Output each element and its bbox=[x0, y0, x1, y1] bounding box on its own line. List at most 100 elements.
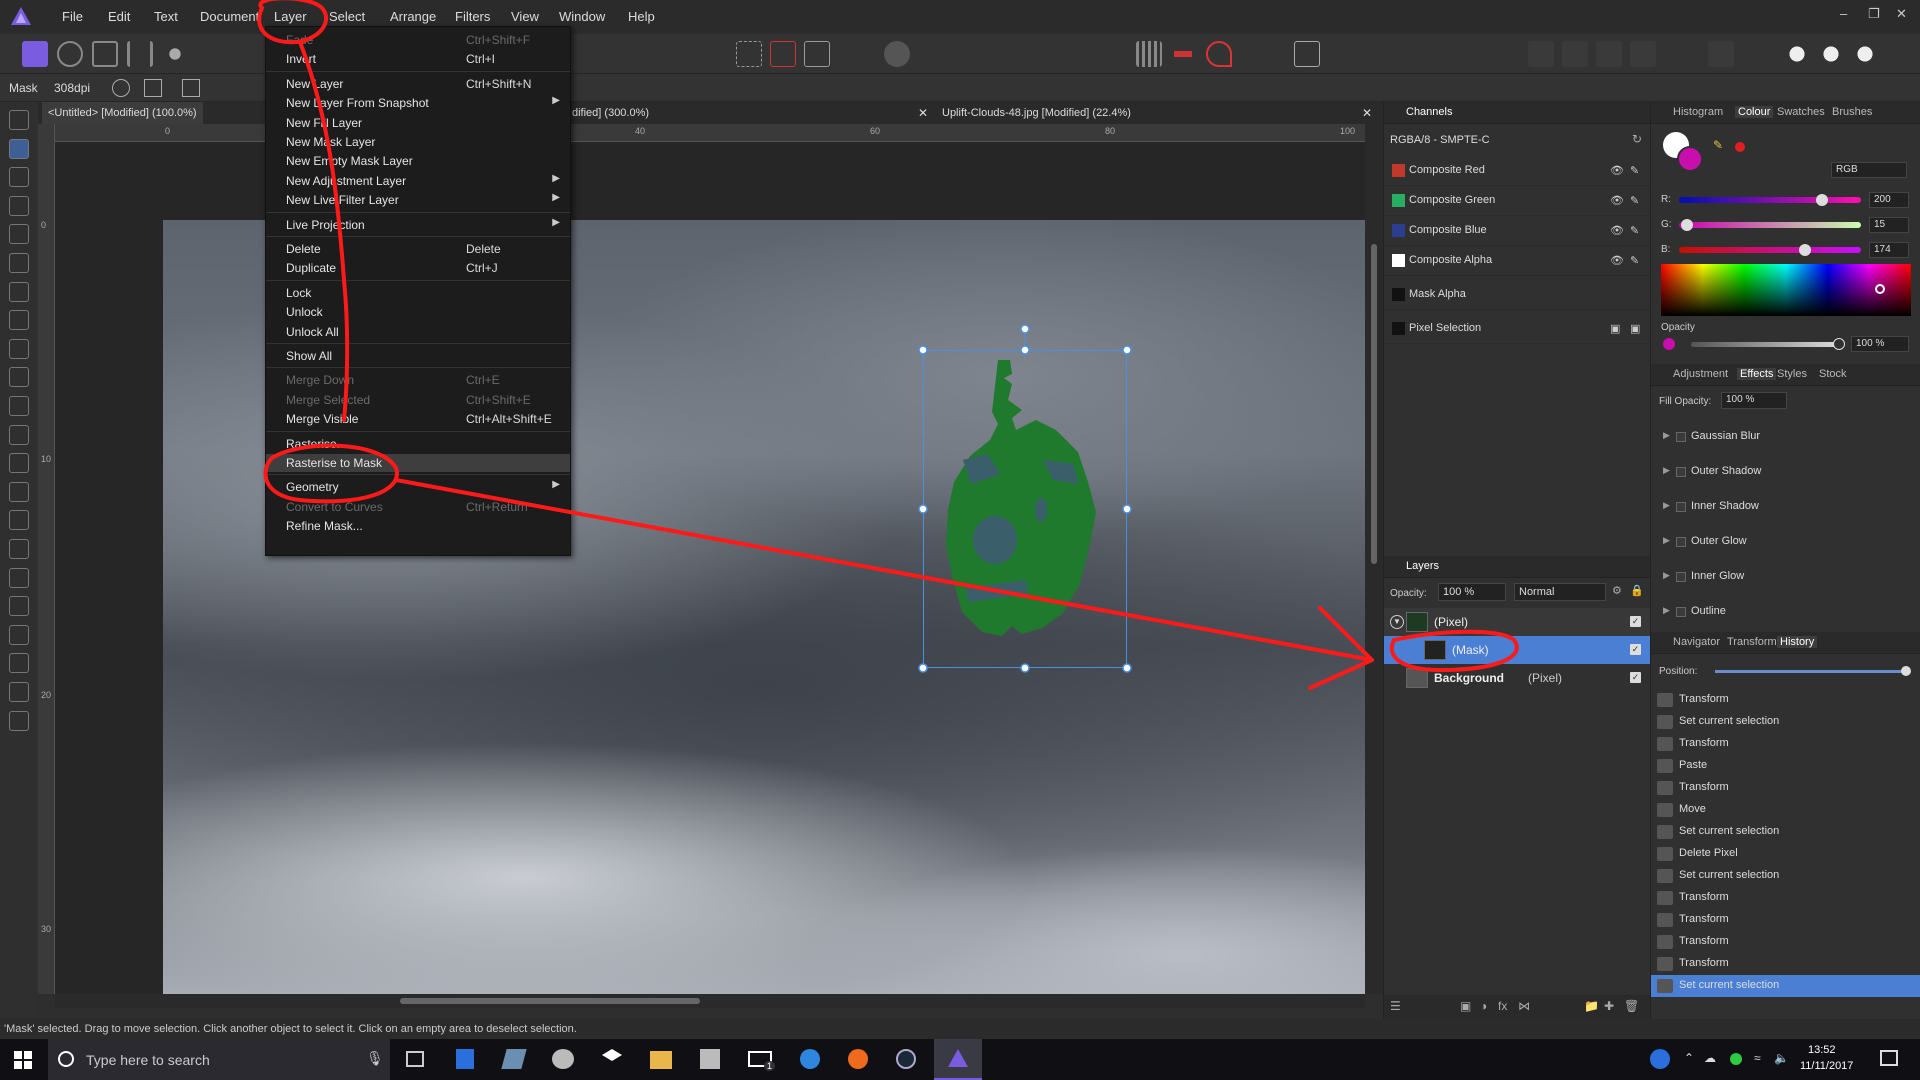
effect-row[interactable]: ▶ Inner Glow bbox=[1651, 560, 1920, 595]
expand-toggle-icon[interactable]: ▼ bbox=[1390, 615, 1404, 629]
tab-untitled[interactable]: <Untitled> [Modified] (100.0%) bbox=[42, 102, 203, 124]
firefox-icon[interactable] bbox=[848, 1049, 868, 1069]
layer-visibility-checkbox[interactable]: ✓ bbox=[1630, 616, 1641, 627]
channel-row[interactable]: Mask Alpha bbox=[1384, 280, 1651, 310]
text-tool-icon[interactable] bbox=[9, 653, 29, 674]
sync-tray-icon[interactable] bbox=[1730, 1053, 1742, 1065]
quick-mask-icon[interactable] bbox=[884, 41, 910, 67]
help-tray-icon[interactable] bbox=[1650, 1049, 1670, 1069]
r-slider-thumb[interactable] bbox=[1816, 194, 1828, 206]
erase-brush-icon[interactable] bbox=[9, 424, 29, 445]
layer-row[interactable]: ▼ (Pixel) ✓ bbox=[1384, 608, 1651, 636]
align-right-icon[interactable] bbox=[1596, 41, 1622, 67]
layer-visibility-checkbox[interactable]: ✓ bbox=[1630, 672, 1641, 683]
channel-row[interactable]: Pixel Selection ▣ ▣ bbox=[1384, 314, 1651, 344]
menu-text[interactable]: Text bbox=[146, 0, 186, 34]
expand-chevron-icon[interactable]: ▶ bbox=[1663, 430, 1670, 441]
tab-uplift-clouds[interactable]: Uplift-Clouds-48.jpg [Modified] (22.4%) bbox=[936, 102, 1137, 124]
menu-document[interactable]: Document bbox=[192, 0, 267, 34]
edit-pencil-icon[interactable]: ✎ bbox=[1630, 164, 1639, 177]
expand-chevron-icon[interactable]: ▶ bbox=[1663, 500, 1670, 511]
align-center-icon[interactable] bbox=[1562, 41, 1588, 67]
fill-opacity-field[interactable]: 100 % bbox=[1721, 392, 1787, 409]
clock-time[interactable]: 13:52 bbox=[1808, 1044, 1836, 1056]
tab-histogram[interactable]: Histogram bbox=[1673, 106, 1723, 118]
restore-button[interactable]: ❐ bbox=[1868, 6, 1880, 22]
effect-checkbox[interactable] bbox=[1676, 572, 1686, 582]
history-item[interactable]: Paste bbox=[1651, 755, 1920, 777]
snapping-icon[interactable] bbox=[1170, 41, 1196, 67]
channel-row[interactable]: Composite Green 👁 ✎ bbox=[1384, 186, 1651, 216]
zoom-tool-icon[interactable] bbox=[9, 710, 29, 731]
colour-picker-icon[interactable] bbox=[9, 167, 29, 188]
dodge-icon[interactable] bbox=[9, 453, 29, 474]
edit-pencil-icon[interactable]: ✎ bbox=[1630, 194, 1639, 207]
paint-brush-icon[interactable] bbox=[9, 367, 29, 388]
history-item[interactable]: Move bbox=[1651, 799, 1920, 821]
menu-item-rasterise-to-mask[interactable]: Rasterise to Mask bbox=[266, 454, 570, 472]
colour-model-select[interactable]: RGB bbox=[1831, 162, 1907, 178]
move-tool-icon[interactable] bbox=[9, 138, 29, 159]
g-slider[interactable] bbox=[1679, 222, 1861, 228]
colour-replacement-icon[interactable] bbox=[9, 396, 29, 416]
hide-selection-icon[interactable] bbox=[182, 79, 200, 97]
pen-tool-icon[interactable] bbox=[9, 596, 29, 617]
effect-row[interactable]: ▶ Outer Glow bbox=[1651, 525, 1920, 560]
menu-item-invert[interactable]: Invert Ctrl+I bbox=[266, 50, 570, 68]
history-item[interactable]: Set current selection bbox=[1651, 711, 1920, 733]
clone-brush-icon[interactable] bbox=[9, 481, 29, 502]
menu-item-duplicate[interactable]: Duplicate Ctrl+J bbox=[266, 259, 570, 277]
eye-icon[interactable]: 👁 bbox=[1610, 224, 1624, 237]
develop-persona-icon[interactable] bbox=[92, 41, 118, 67]
blend-mode-select[interactable]: Normal bbox=[1514, 583, 1606, 601]
edit-pencil-icon[interactable]: ✎ bbox=[1630, 224, 1639, 237]
wifi-icon[interactable]: ≈ bbox=[1754, 1051, 1761, 1065]
healing-brush-icon[interactable] bbox=[9, 510, 29, 531]
b-value[interactable]: 174 bbox=[1869, 242, 1909, 258]
menu-item-show-all[interactable]: Show All bbox=[266, 347, 570, 365]
store-icon[interactable] bbox=[700, 1049, 720, 1069]
effect-row[interactable]: ▶ Inner Shadow bbox=[1651, 490, 1920, 525]
menu-item-merge-visible[interactable]: Merge Visible Ctrl+Alt+Shift+E bbox=[266, 410, 570, 428]
expand-chevron-icon[interactable]: ▶ bbox=[1663, 535, 1670, 546]
effect-row[interactable]: ▶ Gaussian Blur bbox=[1651, 420, 1920, 455]
history-item[interactable]: Transform bbox=[1651, 733, 1920, 755]
align-left-icon[interactable] bbox=[1528, 41, 1554, 67]
steam-icon[interactable] bbox=[896, 1049, 916, 1069]
menu-item-new-fill-layer[interactable]: New Fill Layer bbox=[266, 114, 570, 132]
effect-row[interactable]: ▶ Outer Shadow bbox=[1651, 455, 1920, 490]
menu-item-new-mask-layer[interactable]: New Mask Layer bbox=[266, 133, 570, 151]
menu-item-delete[interactable]: Delete Delete bbox=[266, 240, 570, 258]
affinity-logo-icon[interactable] bbox=[10, 6, 32, 26]
history-item[interactable]: Transform bbox=[1651, 689, 1920, 711]
history-item[interactable]: Transform bbox=[1651, 777, 1920, 799]
export-persona-icon[interactable] bbox=[162, 41, 188, 67]
menu-edit[interactable]: Edit bbox=[100, 0, 138, 34]
eye-icon[interactable]: 👁 bbox=[1610, 254, 1624, 267]
notifications-icon[interactable] bbox=[1880, 1050, 1898, 1066]
task-view-icon[interactable] bbox=[406, 1051, 424, 1067]
dropbox-icon[interactable] bbox=[602, 1049, 622, 1061]
mesh-warp-icon[interactable] bbox=[9, 682, 29, 702]
pan-tool-icon[interactable] bbox=[9, 110, 29, 130]
tab-navigator[interactable]: Navigator bbox=[1673, 636, 1720, 648]
refresh-icon[interactable]: ↻ bbox=[1632, 132, 1642, 146]
windows-start-icon[interactable] bbox=[14, 1051, 32, 1069]
colour-spectrum[interactable] bbox=[1661, 264, 1911, 316]
minimize-button[interactable]: – bbox=[1840, 6, 1847, 21]
tab-second[interactable]: dified] (300.0%) bbox=[566, 102, 655, 124]
menu-item-unlock[interactable]: Unlock bbox=[266, 303, 570, 321]
vertical-scrollbar[interactable] bbox=[1365, 124, 1383, 994]
secondary-colour-swatch[interactable] bbox=[1677, 146, 1703, 172]
magic-wand-icon[interactable] bbox=[9, 253, 29, 273]
info-icon[interactable] bbox=[1294, 41, 1320, 67]
layer-visibility-checkbox[interactable]: ✓ bbox=[1630, 644, 1641, 655]
arrange-icon[interactable] bbox=[1708, 41, 1734, 67]
deselect-icon[interactable] bbox=[770, 41, 796, 67]
menu-item-geometry[interactable]: Geometry ▶ bbox=[266, 478, 570, 496]
menu-item-lock[interactable]: Lock bbox=[266, 284, 570, 302]
menu-file[interactable]: File bbox=[54, 0, 91, 34]
tab-adjustment[interactable]: Adjustment bbox=[1673, 368, 1728, 380]
tab-layers[interactable]: Layers bbox=[1406, 560, 1439, 572]
marquee-tool-icon[interactable] bbox=[9, 281, 29, 302]
